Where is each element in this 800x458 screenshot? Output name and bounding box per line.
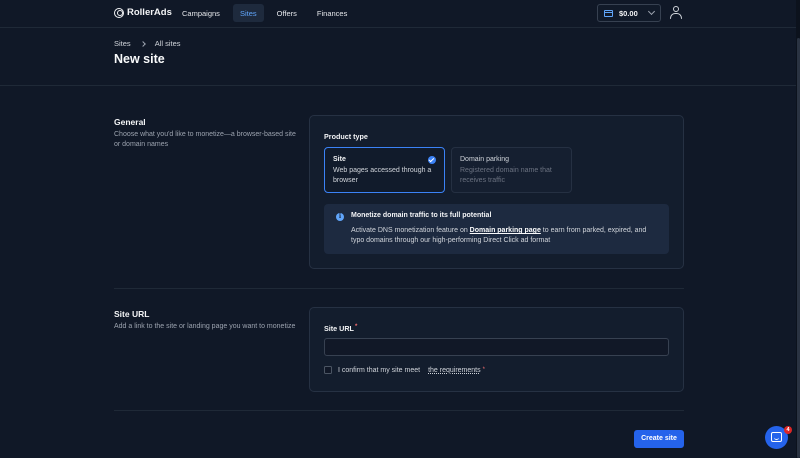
- page-title: New site: [114, 52, 165, 66]
- wallet-icon: [604, 9, 613, 17]
- info-text-start: Activate DNS monetization feature on: [351, 227, 470, 234]
- site-url-section-description: Add a link to the site or landing page y…: [114, 323, 296, 330]
- option-site[interactable]: Site Web pages accessed through a browse…: [324, 147, 445, 193]
- requirements-link[interactable]: the requirements: [428, 367, 481, 374]
- chat-unread-badge: 4: [784, 426, 792, 434]
- option-domain-parking-title: Domain parking: [460, 156, 510, 163]
- option-domain-parking-description: Registered domain name that receives tra…: [460, 167, 552, 184]
- brand-name: RollerAds: [127, 7, 172, 18]
- user-icon[interactable]: [670, 6, 682, 19]
- breadcrumb-all-sites[interactable]: All sites: [155, 39, 181, 48]
- nav-item-offers[interactable]: Offers: [270, 4, 304, 22]
- site-url-field-label: Site URL*: [324, 324, 357, 333]
- balance-amount: $0.00: [619, 8, 638, 18]
- brand-logo[interactable]: RollerAds: [114, 7, 172, 18]
- chevron-right-icon: [139, 40, 146, 47]
- top-navbar: RollerAds Campaigns Sites Offers Finance…: [0, 0, 800, 28]
- option-site-title: Site: [333, 156, 346, 163]
- general-section-title: General: [114, 117, 146, 127]
- option-domain-parking[interactable]: Domain parking Registered domain name th…: [451, 147, 572, 193]
- create-site-button[interactable]: Create site: [634, 430, 684, 448]
- requirements-confirm: I confirm that my site meet the requirem…: [324, 366, 485, 374]
- domain-parking-link[interactable]: Domain parking page: [470, 227, 541, 234]
- nav-item-finances[interactable]: Finances: [310, 4, 354, 22]
- option-site-description: Web pages accessed through a browser: [333, 167, 432, 184]
- footer-divider: [114, 410, 684, 411]
- header-divider: [0, 85, 796, 86]
- rollerads-logo-icon: [114, 7, 124, 18]
- chat-icon: [771, 432, 782, 442]
- site-url-card: Site URL* I confirm that my site meet th…: [309, 307, 684, 392]
- site-url-input[interactable]: [324, 338, 669, 356]
- balance-dropdown[interactable]: $0.00: [597, 4, 661, 22]
- nav-item-campaigns[interactable]: Campaigns: [175, 4, 227, 22]
- domain-monetization-info: i Monetize domain traffic to its full po…: [324, 204, 669, 254]
- confirm-text: I confirm that my site meet: [338, 366, 421, 374]
- breadcrumb: Sites All sites: [114, 39, 181, 48]
- product-type-label: Product type: [324, 132, 368, 141]
- required-asterisk: *: [482, 367, 485, 373]
- section-divider: [114, 288, 684, 289]
- general-section-description: Choose what you'd like to monetize—a bro…: [114, 131, 296, 148]
- site-url-label-text: Site URL: [324, 324, 354, 333]
- info-icon: i: [336, 213, 344, 221]
- confirm-checkbox[interactable]: [324, 366, 332, 374]
- info-text: Activate DNS monetization feature on Dom…: [351, 226, 657, 246]
- nav-item-sites[interactable]: Sites: [232, 4, 264, 22]
- main-nav: Campaigns Sites Offers Finances: [175, 4, 354, 22]
- chevron-down-icon: [647, 7, 656, 16]
- check-circle-icon: [428, 156, 436, 164]
- site-url-section-title: Site URL: [114, 309, 150, 319]
- info-title: Monetize domain traffic to its full pote…: [351, 212, 492, 219]
- required-asterisk: *: [354, 324, 358, 330]
- product-type-card: Product type Site Web pages accessed thr…: [309, 115, 684, 269]
- breadcrumb-sites[interactable]: Sites: [114, 39, 131, 48]
